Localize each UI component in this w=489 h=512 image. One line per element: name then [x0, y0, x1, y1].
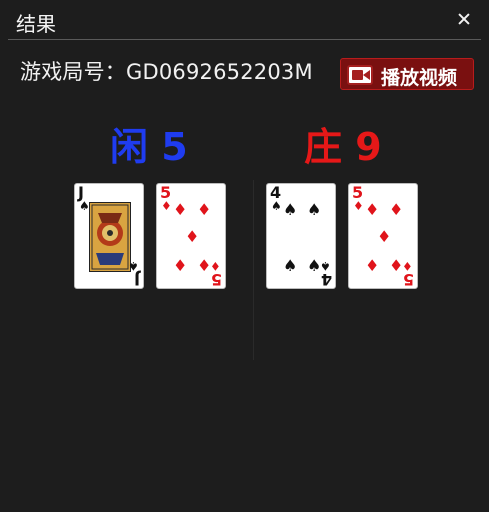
result-dialog: 结果 游戏局号：GD0692652203M 播放视频 闲 5 庄 9 J ♠ ♠… [0, 0, 489, 512]
diamond-icon: ♦ [173, 200, 188, 219]
side-divider [253, 180, 254, 360]
spade-icon: ♠ [283, 256, 298, 275]
spade-icon: ♠ [283, 200, 298, 219]
diamond-icon: ♦ [365, 256, 380, 275]
diamond-icon: ♦ [197, 200, 212, 219]
diamond-icon: ♦ [161, 199, 172, 213]
title-bar: 结果 [8, 0, 481, 40]
banker-card-1: 4 ♠ ♠ ♠ ♠ ♠ ♠ 4 [266, 183, 336, 289]
banker-score-title: 庄 9 [304, 125, 382, 169]
round-id-text: 游戏局号：GD0692652203M [20, 60, 313, 84]
card-rank: 5 [402, 270, 414, 289]
player-card-2: 5 ♦ ♦ ♦ ♦ ♦ ♦ ♦ 5 [156, 183, 226, 289]
jack-face-image [89, 202, 131, 272]
diamond-icon: ♦ [173, 256, 188, 275]
play-video-button[interactable]: 播放视频 [340, 58, 474, 90]
play-video-label: 播放视频 [381, 67, 458, 89]
diamond-icon: ♦ [377, 227, 392, 246]
banker-card-2: 5 ♦ ♦ ♦ ♦ ♦ ♦ ♦ 5 [348, 183, 418, 289]
card-rank: J [134, 270, 140, 289]
spade-icon: ♠ [307, 200, 322, 219]
card-rank: 4 [320, 270, 332, 289]
close-icon[interactable] [453, 8, 475, 30]
diamond-icon: ♦ [365, 200, 380, 219]
diamond-icon: ♦ [353, 199, 364, 213]
diamond-icon: ♦ [185, 227, 200, 246]
dialog-title: 结果 [16, 12, 56, 36]
card-rank: 5 [210, 270, 222, 289]
diamond-icon: ♦ [389, 200, 404, 219]
video-camera-icon [347, 65, 373, 85]
player-card-1: J ♠ ♠ J [74, 183, 144, 289]
player-score-title: 闲 5 [110, 125, 188, 169]
spade-icon: ♠ [271, 199, 282, 213]
